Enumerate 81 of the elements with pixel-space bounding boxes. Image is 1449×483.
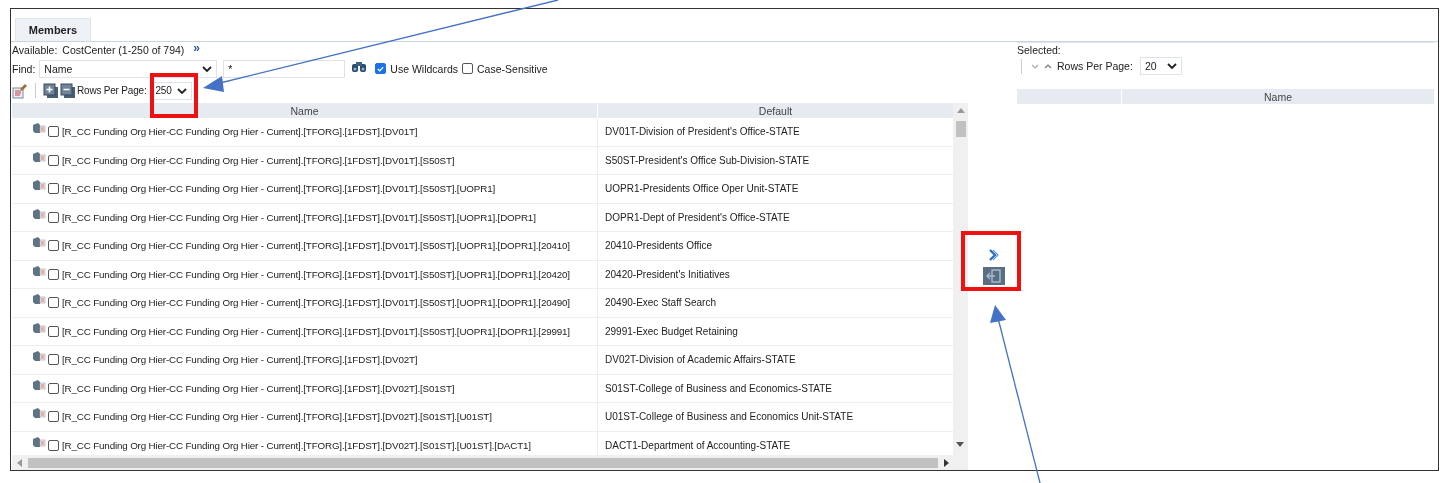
member-icon <box>32 321 46 334</box>
default-name: DV02T-Division of Academic Affairs-STATE <box>605 354 796 366</box>
collapse-all-icon[interactable] <box>60 82 76 99</box>
default-name: 20490-Exec Staff Search <box>605 297 716 309</box>
caret-icon <box>177 87 188 94</box>
scrollbar-thumb[interactable] <box>955 121 966 137</box>
caret-icon <box>1166 63 1177 69</box>
rows-per-page-dropdown[interactable]: 20 <box>1139 57 1182 75</box>
default-name: DOPR1-Dept of President's Office-STATE <box>605 211 790 223</box>
column-header[interactable]: Default <box>598 103 953 118</box>
default-name: S50ST-President's Office Sub-Division-STATE <box>605 154 810 166</box>
row-checkbox[interactable] <box>48 240 59 252</box>
case-sensitive-checkbox[interactable] <box>462 63 474 75</box>
default-name: 29991-Exec Budget Retaining <box>605 325 738 337</box>
default-name: DV01T-Division of President's Office-STATE <box>605 126 800 138</box>
expand-all-icon[interactable] <box>43 82 59 99</box>
member-name: [R_CC Funding Org Hier-CC Funding Org Hier - Current].[TFORG].[1FDST].[DV01T].[S50ST].[UOPR1].[DOPR1].[29991] <box>62 325 570 337</box>
member-name: [R_CC Funding Org Hier-CC Funding Org Hier - Current].[TFORG].[1FDST].[DV01T].[S50ST].[UOPR1] <box>62 183 495 195</box>
column-header[interactable]: Name <box>12 103 598 118</box>
row-checkbox[interactable] <box>48 382 59 394</box>
default-name: 20420-President's Initiatives <box>605 268 730 280</box>
member-icon <box>32 122 46 135</box>
properties-icon[interactable] <box>12 82 28 99</box>
binoculars-icon[interactable] <box>351 60 368 73</box>
default-name: S01ST-College of Business and Economics-STATE <box>605 382 832 394</box>
add-member-icon[interactable] <box>988 249 999 261</box>
member-name: [R_CC Funding Org Hier-CC Funding Org Hier - Current].[TFORG].[1FDST].[DV01T].[S50ST].[UOPR1].[DOPR1].[20410] <box>62 240 570 252</box>
use-wildcards-checkbox[interactable] <box>375 63 387 75</box>
scroll-right-icon[interactable] <box>944 458 949 467</box>
member-icon <box>32 407 46 420</box>
dimension-name: CostCenter (1-250 of 794) <box>62 43 185 56</box>
member-icon <box>32 236 46 249</box>
row-checkbox[interactable] <box>48 154 59 166</box>
member-name: [R_CC Funding Org Hier-CC Funding Org Hier - Current].[TFORG].[1FDST].[DV02T].[S01ST].[U01ST] <box>62 411 492 423</box>
highlight-box <box>150 73 198 118</box>
member-name: [R_CC Funding Org Hier-CC Funding Org Hier - Current].[TFORG].[1FDST].[DV02T] <box>62 354 418 366</box>
member-icon <box>32 435 46 448</box>
default-name: DACT1-Department of Accounting-STATE <box>605 439 791 451</box>
member-icon <box>32 207 46 220</box>
available-label: Available: <box>12 43 58 56</box>
case-sensitive-label: Case-Sensitive <box>477 62 548 75</box>
member-icon <box>32 293 46 306</box>
find-field-dropdown[interactable]: Name <box>39 59 218 78</box>
member-name: [R_CC Funding Org Hier-CC Funding Org Hier - Current].[TFORG].[1FDST].[DV01T].[S50ST].[UOPR1].[DOPR1] <box>62 211 536 223</box>
expand-link[interactable]: » <box>193 40 200 55</box>
row-checkbox[interactable] <box>48 268 59 280</box>
default-name: 20410-Presidents Office <box>605 240 713 252</box>
selected-label: Selected: <box>1017 44 1062 56</box>
member-icon <box>32 150 46 163</box>
scroll-down-icon[interactable] <box>956 442 964 447</box>
caret-icon <box>202 65 213 72</box>
default-name: U01ST-College of Business and Economics Unit-STATE <box>605 411 854 423</box>
row-checkbox[interactable] <box>48 211 59 223</box>
member-name: [R_CC Funding Org Hier-CC Funding Org Hier - Current].[TFORG].[1FDST].[DV01T].[S50ST].[UOPR1].[DOPR1].[20420] <box>62 268 570 280</box>
remove-member-icon[interactable] <box>982 267 1005 285</box>
move-up-icon[interactable] <box>1044 63 1052 69</box>
member-icon <box>32 378 46 391</box>
default-name: UOPR1-Presidents Office Oper Unit-STATE <box>605 183 799 195</box>
member-icon <box>32 179 46 192</box>
row-checkbox[interactable] <box>48 354 59 366</box>
members-tab[interactable]: Members <box>15 18 91 41</box>
member-name: [R_CC Funding Org Hier-CC Funding Org Hier - Current].[TFORG].[1FDST].[DV01T].[S50ST] <box>62 154 455 166</box>
rows-per-page-label: Rows Per Page: <box>77 85 147 97</box>
row-checkbox[interactable] <box>48 411 59 423</box>
use-wildcards-label: Use Wildcards <box>390 62 459 75</box>
member-name: [R_CC Funding Org Hier-CC Funding Org Hier - Current].[TFORG].[1FDST].[DV02T].[S01ST] <box>62 382 455 394</box>
member-name: [R_CC Funding Org Hier-CC Funding Org Hier - Current].[TFORG].[1FDST].[DV02T].[S01ST].[U01ST].[DACT1] <box>62 439 531 451</box>
rows-per-page-label: Rows Per Page: <box>1057 60 1133 72</box>
find-label: Find: <box>12 62 36 75</box>
horizontal-scrollbar-thumb[interactable] <box>28 457 938 468</box>
search-input[interactable]: * <box>223 59 346 78</box>
member-name: [R_CC Funding Org Hier-CC Funding Org Hier - Current].[TFORG].[1FDST].[DV01T] <box>62 126 418 138</box>
row-checkbox[interactable] <box>48 126 59 138</box>
row-checkbox[interactable] <box>48 439 59 451</box>
row-checkbox[interactable] <box>48 297 59 309</box>
highlight-box <box>961 231 1021 291</box>
member-name: [R_CC Funding Org Hier-CC Funding Org Hier - Current].[TFORG].[1FDST].[DV01T].[S50ST].[UOPR1].[DOPR1].[20490] <box>62 297 570 309</box>
row-checkbox[interactable] <box>48 325 59 337</box>
row-checkbox[interactable] <box>48 183 59 195</box>
member-icon <box>32 350 46 363</box>
member-icon <box>32 264 46 277</box>
